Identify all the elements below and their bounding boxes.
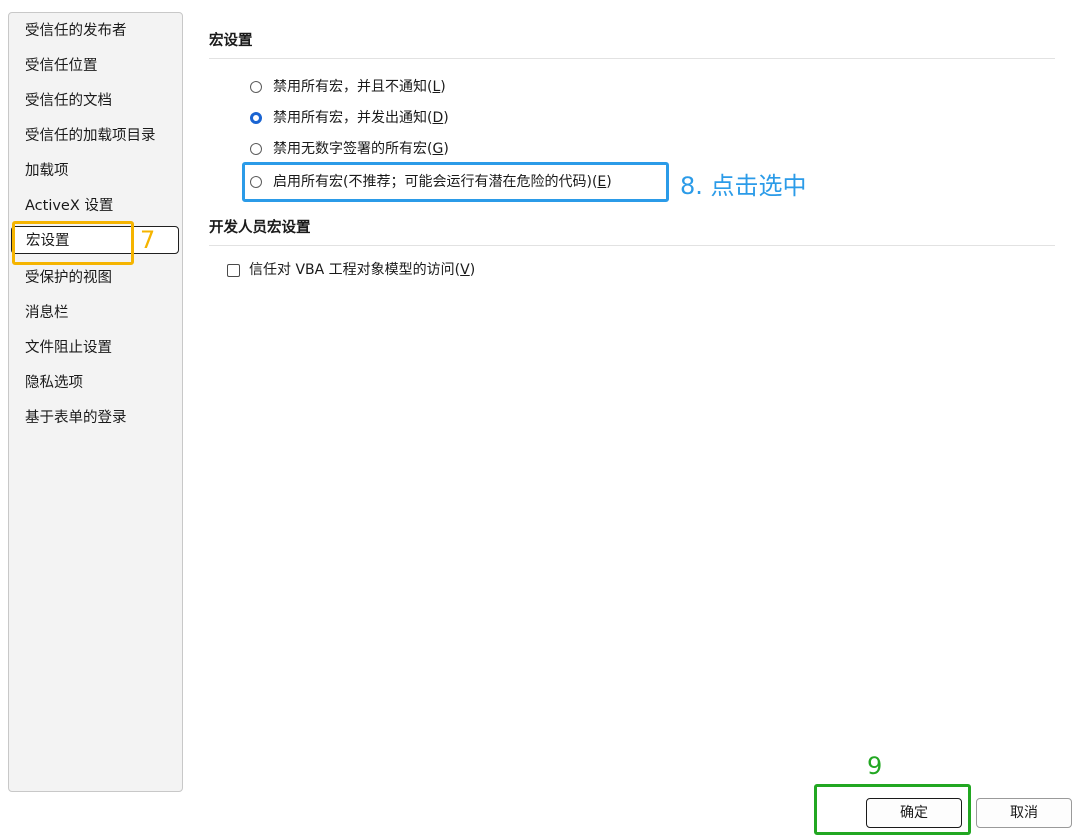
option-label: 信任对 VBA 工程对象模型的访问 [249, 262, 455, 278]
option-trust-vba-access[interactable]: 信任对 VBA 工程对象模型的访问(V) [249, 259, 475, 281]
option-disable-unsigned[interactable]: 禁用无数字签署的所有宏(G) [273, 138, 449, 160]
access-key: D [432, 110, 444, 126]
option-label: 禁用无数字签署的所有宏 [273, 141, 427, 157]
step-8-label: 8. 点击选中 [680, 172, 807, 200]
macro-settings-title: 宏设置 [209, 33, 253, 49]
step-7-label: 7 [140, 226, 156, 254]
radio-disable-unsigned[interactable] [250, 143, 262, 155]
option-label: 禁用所有宏，并发出通知 [273, 110, 427, 126]
access-key: V [460, 262, 470, 278]
sidebar-item-activex-settings[interactable]: ActiveX 设置 [25, 192, 113, 220]
step-9-label: 9 [867, 752, 883, 780]
sidebar-item-message-bar[interactable]: 消息栏 [25, 299, 69, 327]
sidebar-item-privacy-options[interactable]: 隐私选项 [25, 369, 83, 397]
sidebar-item-addins[interactable]: 加载项 [25, 157, 69, 185]
vba-trust-checkbox[interactable] [227, 264, 240, 277]
sidebar-item-trusted-locations[interactable]: 受信任位置 [25, 52, 98, 80]
sidebar-item-protected-view[interactable]: 受保护的视图 [25, 264, 112, 292]
section-divider [209, 58, 1055, 59]
developer-macro-settings-title: 开发人员宏设置 [209, 220, 311, 236]
step-7-highlight [12, 221, 134, 265]
cancel-button[interactable]: 取消 [976, 798, 1072, 828]
section-divider [209, 245, 1055, 246]
sidebar-item-form-based-signin[interactable]: 基于表单的登录 [25, 404, 127, 432]
option-disable-with-notify[interactable]: 禁用所有宏，并发出通知(D) [273, 107, 449, 129]
ok-button[interactable]: 确定 [866, 798, 962, 828]
radio-disable-with-notify[interactable] [250, 112, 262, 124]
sidebar-item-trusted-publishers[interactable]: 受信任的发布者 [25, 17, 127, 45]
category-sidebar: 受信任的发布者 受信任位置 受信任的文档 受信任的加载项目录 加载项 Activ… [8, 12, 183, 792]
access-key: G [432, 141, 444, 157]
option-label: 禁用所有宏，并且不通知 [273, 79, 427, 95]
option-disable-no-notify[interactable]: 禁用所有宏，并且不通知(L) [273, 76, 446, 98]
radio-disable-no-notify[interactable] [250, 81, 262, 93]
step-8-highlight [242, 162, 669, 202]
sidebar-item-trusted-addin-catalogs[interactable]: 受信任的加载项目录 [25, 122, 156, 150]
sidebar-item-file-block-settings[interactable]: 文件阻止设置 [25, 334, 112, 362]
sidebar-item-trusted-documents[interactable]: 受信任的文档 [25, 87, 112, 115]
access-key: L [432, 79, 441, 95]
